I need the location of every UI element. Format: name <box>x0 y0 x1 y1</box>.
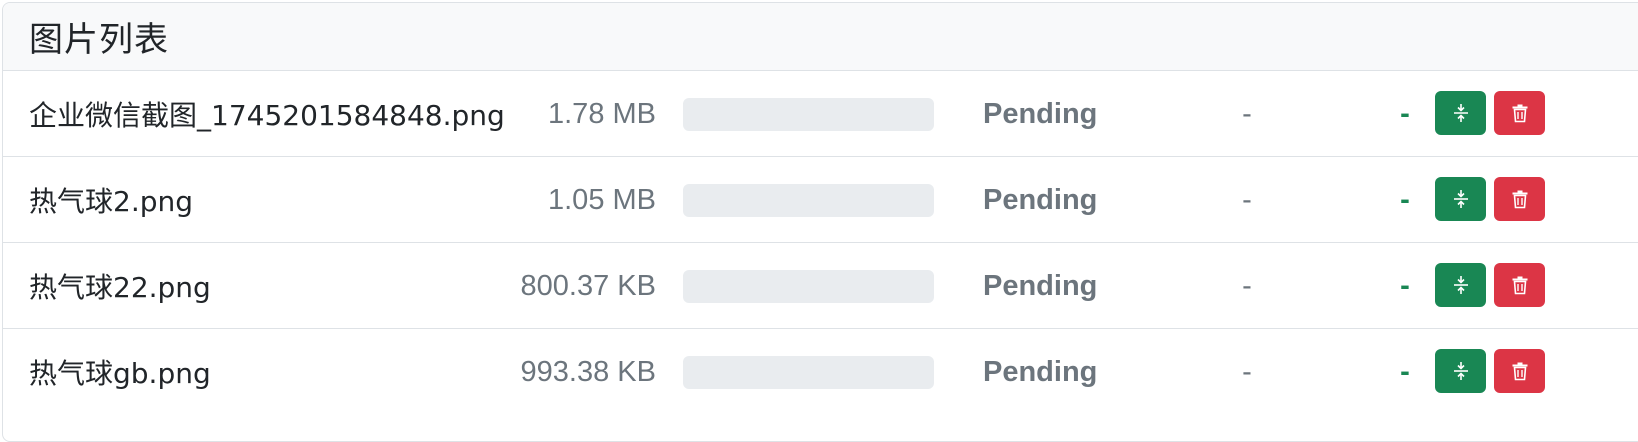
progress-cell <box>683 157 934 243</box>
trash-icon <box>1512 104 1527 123</box>
image-list-card: 图片列表 企业微信截图_1745201584848.png 1.78 MB Pe… <box>2 2 1638 442</box>
trash-icon <box>1512 276 1527 295</box>
compress-button[interactable] <box>1435 91 1486 135</box>
file-name: 热气球22.png <box>29 271 211 304</box>
progress-cell <box>683 71 934 157</box>
delete-button[interactable] <box>1494 349 1545 393</box>
file-size: 993.38 KB <box>520 355 656 388</box>
delete-button[interactable] <box>1494 91 1545 135</box>
status-text: Pending <box>983 97 1098 130</box>
progress-cell <box>683 243 934 329</box>
status-text: Pending <box>983 355 1098 388</box>
file-row: 企业微信截图_1745201584848.png 1.78 MB Pending… <box>3 71 1638 157</box>
status-text: Pending <box>983 269 1098 302</box>
compress-button[interactable] <box>1435 349 1486 393</box>
compress-icon <box>1453 190 1468 208</box>
progress-track <box>683 183 934 217</box>
file-row: 热气球gb.png 993.38 KB Pending - - <box>3 329 1638 415</box>
compress-icon <box>1453 362 1468 380</box>
file-size: 800.37 KB <box>520 269 656 302</box>
trash-icon <box>1512 362 1527 381</box>
file-row: 热气球22.png 800.37 KB Pending - - <box>3 243 1638 329</box>
delete-button[interactable] <box>1494 263 1545 307</box>
compress-icon <box>1453 104 1468 122</box>
file-name: 热气球2.png <box>29 185 194 218</box>
compress-icon <box>1453 276 1468 294</box>
file-row: 热气球2.png 1.05 MB Pending - - <box>3 157 1638 243</box>
delete-button[interactable] <box>1494 177 1545 221</box>
saving-text: - <box>1400 269 1410 302</box>
card-header: 图片列表 <box>3 3 1638 71</box>
saving-text: - <box>1400 355 1410 388</box>
compress-button[interactable] <box>1435 263 1486 307</box>
file-name: 热气球gb.png <box>29 357 211 390</box>
result-text: - <box>1242 355 1252 388</box>
compress-button[interactable] <box>1435 177 1486 221</box>
result-text: - <box>1242 97 1252 130</box>
file-size: 1.05 MB <box>548 183 656 216</box>
progress-track <box>683 269 934 303</box>
saving-text: - <box>1400 97 1410 130</box>
result-text: - <box>1242 183 1252 216</box>
card-title: 图片列表 <box>29 20 169 60</box>
progress-track <box>683 97 934 131</box>
progress-cell <box>683 329 934 415</box>
trash-icon <box>1512 190 1527 209</box>
status-text: Pending <box>983 183 1098 216</box>
result-text: - <box>1242 269 1252 302</box>
progress-track <box>683 355 934 389</box>
saving-text: - <box>1400 183 1410 216</box>
file-name: 企业微信截图_1745201584848.png <box>29 99 505 132</box>
file-size: 1.78 MB <box>548 97 656 130</box>
